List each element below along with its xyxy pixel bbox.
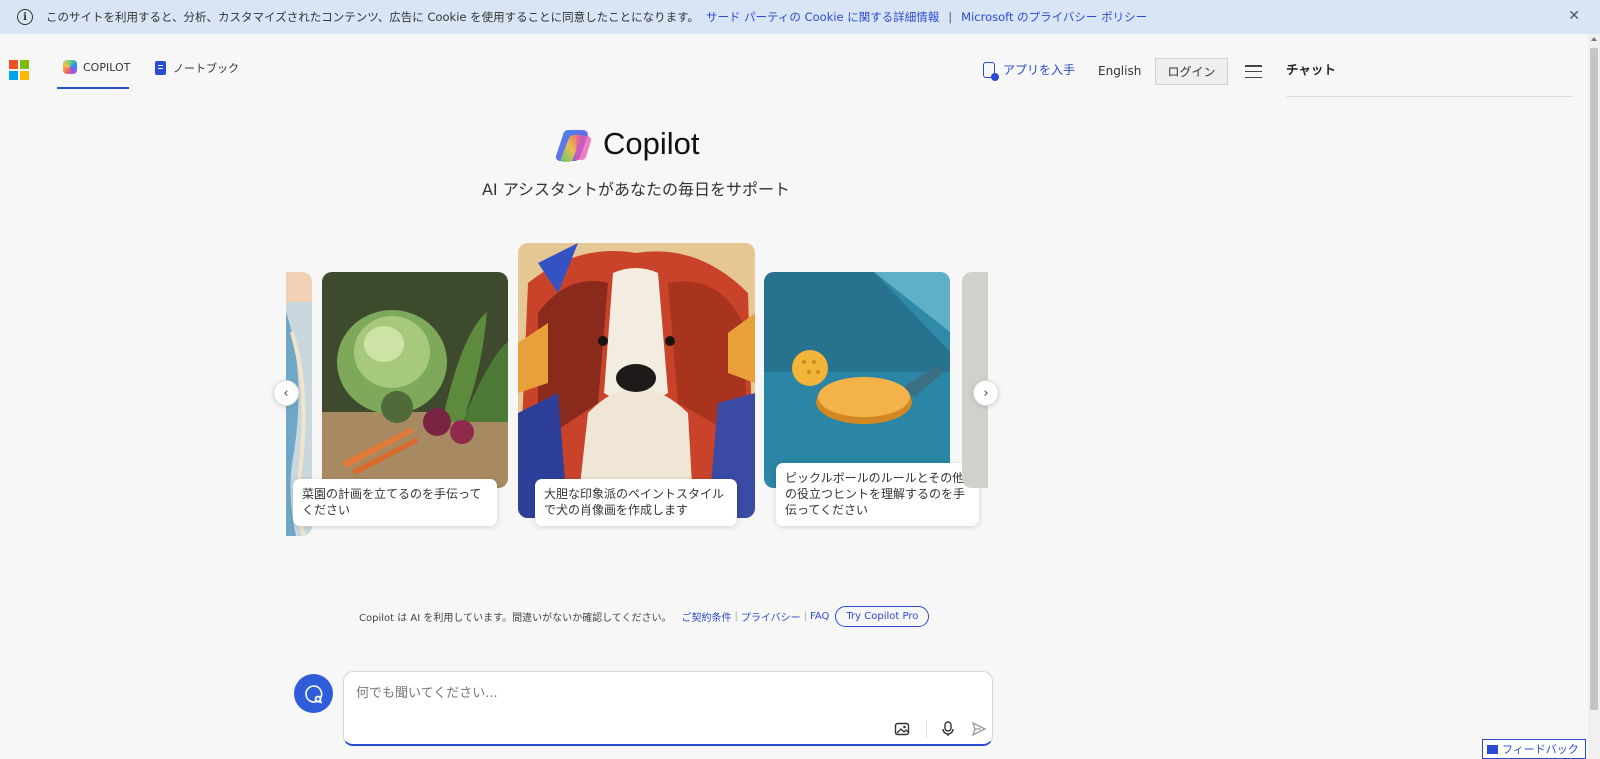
faq-link[interactable]: FAQ	[810, 611, 829, 622]
carousel-prev-button[interactable]: ‹	[273, 380, 299, 406]
login-button[interactable]: ログイン	[1155, 58, 1228, 85]
divider	[1286, 96, 1572, 97]
microphone-icon[interactable]	[939, 720, 957, 738]
dog-portrait-image	[518, 243, 755, 518]
carousel-caption[interactable]: ピックルボールのルールとその他の役立つヒントを理解するのを手伝ってください	[776, 463, 979, 526]
carousel-caption[interactable]: 大胆な印象派のペイントスタイルで犬の肖像画を作成します	[535, 479, 737, 526]
get-app-label: アプリを入手	[1003, 63, 1076, 77]
header: COPILOT ノートブック アプリを入手 English ログイン	[0, 34, 1270, 94]
page-title: Copilot	[603, 126, 700, 161]
menu-icon[interactable]	[1245, 65, 1262, 78]
tab-copilot[interactable]: COPILOT	[57, 60, 131, 89]
chat-input[interactable]	[356, 682, 856, 704]
copilot-icon	[63, 60, 77, 74]
pickleball-image	[764, 272, 950, 488]
language-link[interactable]: English	[1098, 64, 1141, 78]
try-copilot-pro-button[interactable]: Try Copilot Pro	[835, 606, 930, 627]
carousel-card-pickleball[interactable]	[764, 272, 950, 488]
divider: |	[803, 611, 808, 622]
tab-notebook-label: ノートブック	[173, 62, 239, 75]
new-topic-button[interactable]	[294, 674, 333, 713]
chat-panel-title: チャット	[1286, 62, 1336, 77]
disclaimer-text: Copilot は AI を利用しています。間違いがないか確認してください。	[359, 613, 672, 624]
third-party-cookie-link[interactable]: サード パーティの Cookie に関する詳細情報	[706, 9, 939, 25]
feedback-button[interactable]: フィードバック	[1482, 739, 1586, 759]
chat-bubble-icon	[304, 684, 322, 704]
privacy-policy-link[interactable]: Microsoft のプライバシー ポリシー	[961, 9, 1147, 25]
feedback-label: フィードバック	[1502, 743, 1579, 756]
privacy-link[interactable]: プライバシー	[741, 609, 801, 624]
info-icon: i	[17, 9, 33, 25]
get-app-button[interactable]: アプリを入手	[983, 61, 1076, 81]
vegetables-image	[322, 272, 508, 488]
feedback-icon	[1487, 744, 1498, 754]
active-tab-underline	[57, 87, 129, 89]
terms-link[interactable]: ご契約条件	[681, 609, 731, 624]
tab-notebook[interactable]: ノートブック	[155, 60, 239, 76]
page-subtitle: AI アシスタントがあなたの毎日をサポート	[481, 180, 791, 199]
copilot-logo-icon	[555, 130, 592, 163]
chat-input-box[interactable]	[343, 671, 993, 746]
cookie-banner: i このサイトを利用すると、分析、カスタマイズされたコンテンツ、広告に Cook…	[0, 0, 1600, 34]
scrollbar-thumb[interactable]	[1590, 48, 1598, 710]
disclaimer: Copilot は AI を利用しています。間違いがないか確認してください。 ご…	[359, 606, 930, 627]
carousel-card-dog[interactable]	[518, 243, 755, 518]
carousel-next-button[interactable]: ›	[973, 380, 999, 406]
scroll-up-icon[interactable]	[1591, 37, 1597, 41]
send-icon[interactable]	[970, 720, 988, 738]
notebook-icon	[155, 61, 166, 75]
tab-copilot-label: COPILOT	[83, 60, 131, 74]
divider	[926, 720, 927, 738]
phone-icon	[983, 61, 999, 81]
carousel-caption[interactable]: 菜園の計画を立てるのを手伝ってください	[293, 479, 497, 526]
carousel-card-garden[interactable]	[322, 272, 508, 488]
close-icon[interactable]: ✕	[1568, 8, 1580, 24]
scrollbar[interactable]	[1588, 34, 1600, 759]
cookie-text: このサイトを利用すると、分析、カスタマイズされたコンテンツ、広告に Cookie…	[46, 10, 699, 24]
divider: |	[734, 611, 738, 622]
image-upload-icon[interactable]	[893, 720, 911, 738]
cookie-separator: |	[948, 10, 953, 24]
microsoft-logo-icon[interactable]	[9, 60, 29, 80]
